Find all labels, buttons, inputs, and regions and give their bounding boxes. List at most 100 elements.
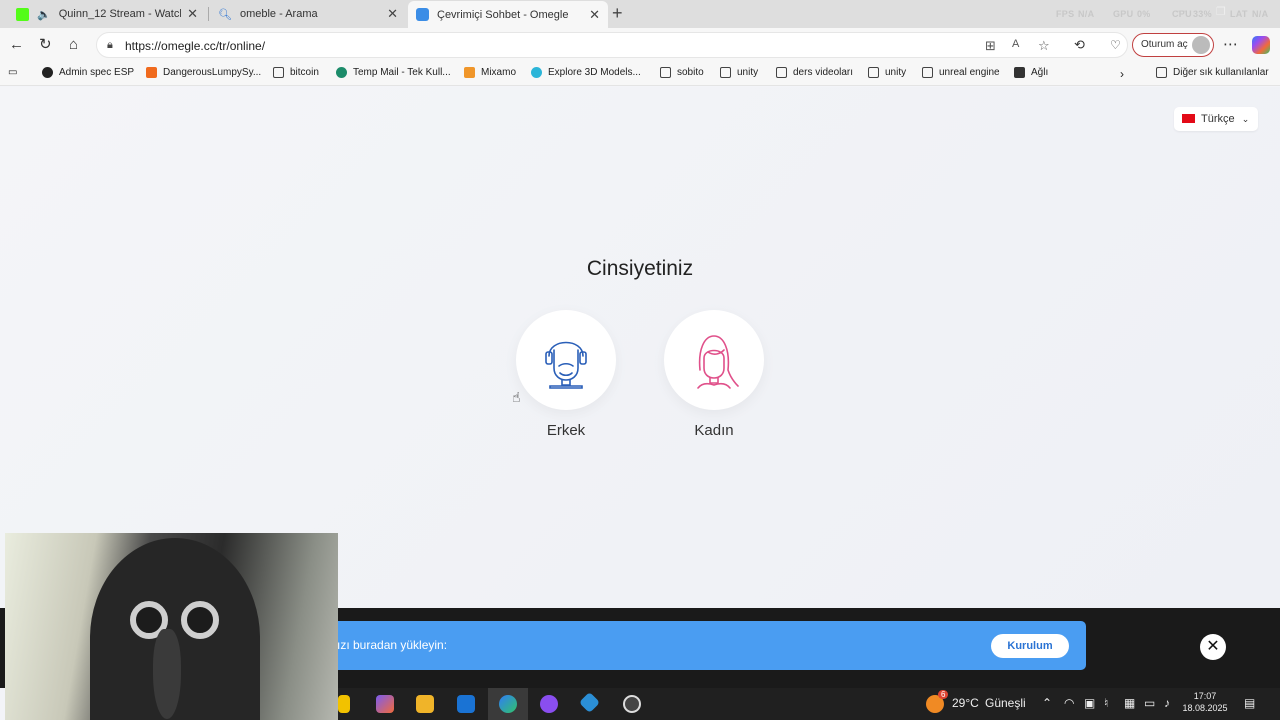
file-explorer-icon[interactable]: [416, 695, 434, 713]
volume-icon[interactable]: ♪: [1164, 696, 1170, 710]
weather-badge: 6: [938, 690, 949, 699]
taskbar: 6 29°C Güneşli ⌃ ◠ ▣ ♮ ▦ ▭ ♪ ▤: [338, 688, 1280, 720]
language-label: Türkçe: [1201, 113, 1235, 125]
bookmark-item[interactable]: Explore 3D Models...: [531, 67, 641, 78]
bookmark-item[interactable]: Admin spec ESP: [42, 67, 134, 78]
folder-icon: [720, 67, 731, 78]
bookmark-item[interactable]: Temp Mail - Tek Kull...: [336, 67, 451, 78]
omegle-icon: [416, 8, 429, 21]
bookmark-folder[interactable]: unity: [720, 67, 758, 78]
clock-time: 17:07: [1193, 691, 1217, 701]
folder-icon: [868, 67, 879, 78]
close-tab-icon[interactable]: ✕: [387, 6, 398, 22]
outlook-icon[interactable]: [457, 695, 475, 713]
system-clock[interactable]: 17:07 18.08.2025: [1180, 690, 1230, 714]
read-aloud-icon[interactable]: A: [1012, 38, 1019, 50]
chevron-right-icon[interactable]: ›: [1120, 67, 1124, 81]
gpu-label: GPU: [1113, 9, 1134, 19]
chevron-down-icon: ⌄: [1241, 114, 1250, 124]
sparkle-icon: [146, 67, 157, 78]
search-icon: 🔍︎: [218, 8, 232, 21]
tab-title: omeble - Arama: [239, 8, 318, 20]
fps-label: FPS: [1056, 9, 1075, 19]
male-option-button[interactable]: [516, 310, 616, 410]
cpu-value: 33%: [1193, 9, 1212, 19]
kick-icon: [16, 7, 29, 21]
home-icon[interactable]: ⌂: [69, 36, 78, 54]
gpu-value: 0%: [1137, 9, 1151, 19]
webcam-preview: [5, 533, 338, 720]
microphone-icon[interactable]: ♮: [1104, 696, 1108, 710]
bookmark-folder[interactable]: unity: [868, 67, 906, 78]
bookmark-item[interactable]: Ağlı: [1014, 67, 1048, 78]
url-text: https://omegle.cc/tr/online/: [125, 39, 266, 53]
discord-icon[interactable]: [540, 695, 558, 713]
tab-omegle[interactable]: Çevrimiçi Sohbet - Omegle ✕: [408, 1, 608, 28]
female-option-label[interactable]: Kadın: [664, 422, 764, 439]
tab-separator: [208, 7, 209, 21]
tab-title: Quinn_12 Stream - Watch Li: [58, 8, 181, 20]
battery-icon[interactable]: ▭: [1144, 696, 1155, 710]
restore-icon[interactable]: ❐: [1216, 5, 1226, 18]
language-selector[interactable]: Türkçe ⌄: [1174, 107, 1258, 131]
male-avatar-icon: [545, 341, 587, 389]
wifi-icon[interactable]: ◠: [1064, 696, 1074, 710]
reload-icon[interactable]: ↻: [39, 36, 52, 54]
folder-icon: [1156, 67, 1167, 78]
site-info-icon[interactable]: 🔒︎: [107, 39, 113, 52]
app-diamond-icon[interactable]: [578, 691, 601, 714]
close-tab-icon[interactable]: ✕: [187, 6, 198, 22]
mixamo-icon: [464, 67, 475, 78]
browser-essentials-icon[interactable]: ♡: [1110, 36, 1121, 54]
tab-kick[interactable]: 🔈 Quinn_12 Stream - Watch Li ✕: [8, 2, 206, 26]
bookmark-folder[interactable]: ders videoları: [776, 67, 853, 78]
mail-icon: [336, 67, 347, 78]
female-avatar-icon: [697, 335, 739, 389]
widgets-icon[interactable]: [338, 695, 350, 713]
more-options-icon[interactable]: ⋯: [1223, 36, 1238, 54]
edge-browser-icon[interactable]: [499, 695, 517, 713]
spec-icon: [42, 67, 53, 78]
new-tab-button[interactable]: +: [612, 3, 623, 24]
security-icon[interactable]: ▦: [1124, 696, 1135, 710]
chevron-up-icon[interactable]: ⌃: [1042, 696, 1052, 710]
back-icon[interactable]: ←: [9, 36, 24, 54]
page-title: Cinsiyetiniz: [586, 257, 694, 280]
address-bar[interactable]: 🔒︎ https://omegle.cc/tr/online/ ⊞ A ☆: [96, 32, 1128, 58]
close-banner-icon[interactable]: ✕: [1200, 634, 1226, 660]
folder-icon: [660, 67, 671, 78]
folder-icon: [273, 67, 284, 78]
hand-cursor-icon: ☝︎: [512, 389, 521, 405]
install-button[interactable]: Kurulum: [991, 634, 1069, 658]
install-banner-text: ızı buradan yükleyin:: [337, 638, 448, 652]
clock-date: 18.08.2025: [1182, 703, 1228, 713]
other-bookmarks-folder[interactable]: Diğer sık kullanılanlar: [1156, 67, 1269, 78]
tab-actions-icon[interactable]: ▭: [8, 67, 17, 78]
female-option-button[interactable]: [664, 310, 764, 410]
bookmark-folder[interactable]: unreal engine: [922, 67, 1000, 78]
weather-temp: 29°C: [952, 696, 979, 710]
bookmark-item[interactable]: Mixamo: [464, 67, 516, 78]
folder-icon: [922, 67, 933, 78]
copilot-app-icon[interactable]: [376, 695, 394, 713]
bookmark-item[interactable]: DangerousLumpySy...: [146, 67, 261, 78]
page-content: [0, 87, 1280, 608]
tab-search[interactable]: 🔍︎ omeble - Arama ✕: [210, 2, 406, 26]
bookmark-folder[interactable]: bitcoin: [273, 67, 319, 78]
avatar: [1192, 36, 1210, 54]
bookmark-folder[interactable]: sobito: [660, 67, 704, 78]
sign-in-button[interactable]: Oturum aç: [1132, 33, 1214, 57]
turkey-flag-icon: [1182, 114, 1195, 123]
bookmarks-bar: ▭ Admin spec ESP DangerousLumpySy... bit…: [0, 62, 1280, 86]
record-app-icon[interactable]: [623, 695, 641, 713]
favorite-star-icon[interactable]: ☆: [1038, 38, 1050, 54]
copilot-icon[interactable]: [1252, 36, 1270, 54]
mask-beak: [153, 629, 181, 719]
notifications-icon[interactable]: ▤: [1244, 696, 1255, 710]
close-tab-icon[interactable]: ✕: [589, 7, 600, 23]
camera-icon[interactable]: ▣: [1084, 696, 1095, 710]
male-option-label[interactable]: Erkek: [516, 422, 616, 439]
extensions-icon[interactable]: ⟲: [1074, 36, 1085, 54]
speaker-icon[interactable]: 🔈: [37, 8, 51, 21]
app-available-icon[interactable]: ⊞: [985, 38, 996, 54]
